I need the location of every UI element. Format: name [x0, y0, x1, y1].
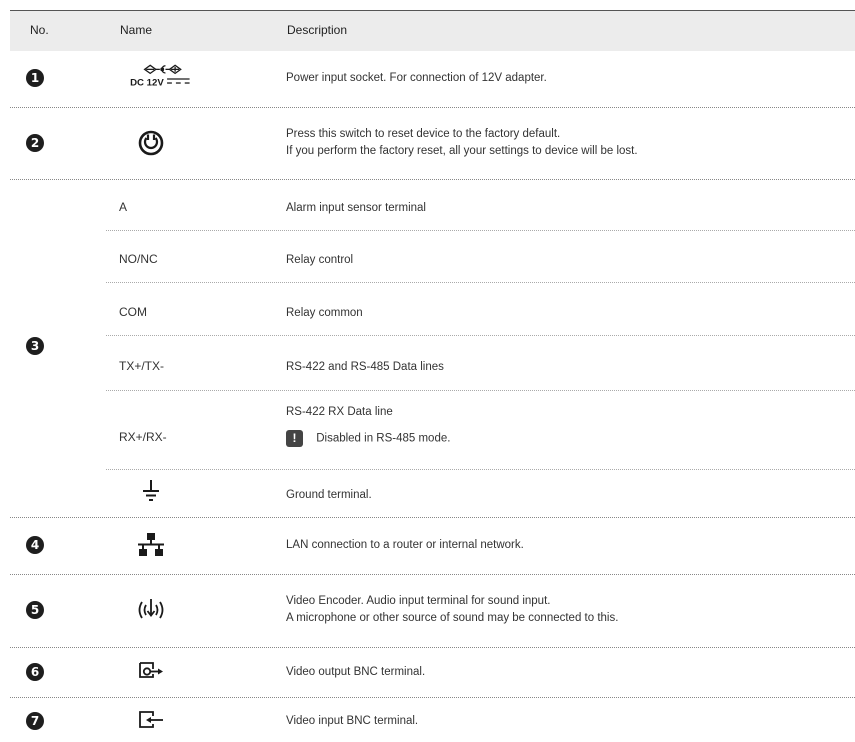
table-row: 7 Video input BNC terminal.	[10, 697, 855, 742]
ground-icon	[106, 479, 196, 503]
description: Alarm input sensor terminal	[286, 202, 426, 214]
table-row: 1 DC 12V Power input socket. For connect…	[10, 50, 855, 107]
header-name: Name	[120, 23, 153, 37]
reset-switch-icon	[106, 129, 196, 157]
row-number: 2	[26, 134, 44, 152]
description: Relay control	[286, 254, 354, 266]
table-row: 2 Press this switch to reset device to t…	[10, 107, 855, 179]
row-number: 1	[26, 69, 44, 87]
table-row: 3 A Alarm input sensor terminal NO/NC Re…	[10, 179, 855, 517]
header-no: No.	[30, 23, 49, 37]
description: Video input BNC terminal.	[286, 715, 419, 727]
description: Video Encoder. Audio input terminal for …	[286, 595, 619, 624]
row-number: 3	[26, 337, 44, 355]
terminal-name: NO/NC	[119, 252, 158, 266]
row-number: 4	[26, 536, 44, 554]
note-text: Disabled in RS-485 mode.	[316, 432, 451, 445]
description: LAN connection to a router or internal n…	[286, 539, 524, 551]
description: Ground terminal.	[286, 489, 372, 501]
description: Press this switch to reset device to the…	[286, 128, 638, 157]
lan-network-icon	[106, 531, 196, 559]
table-row: 6 Video output BNC terminal.	[10, 647, 855, 697]
warning-icon: !	[286, 430, 303, 447]
description: Relay common	[286, 307, 363, 319]
terminal-name: COM	[119, 305, 147, 319]
table-row: 5 Video Encoder. Audio input terminal fo…	[10, 574, 855, 647]
table-row: 4 LAN connection to a router or internal…	[10, 517, 855, 574]
terminal-name: RX+/RX-	[119, 430, 167, 444]
description: RS-422 and RS-485 Data lines	[286, 361, 444, 373]
video-output-icon	[106, 660, 196, 682]
description: RS-422 RX Data line ! Disabled in RS-485…	[286, 406, 451, 447]
row-number: 5	[26, 601, 44, 619]
row-number: 6	[26, 663, 44, 681]
description: Video output BNC terminal.	[286, 666, 426, 678]
terminal-name: TX+/TX-	[119, 359, 165, 373]
header-description: Description	[287, 23, 348, 37]
video-input-icon	[106, 709, 196, 731]
description: Power input socket. For connection of 12…	[286, 72, 547, 84]
row-number: 7	[26, 712, 44, 730]
terminal-name: A	[119, 200, 128, 214]
table-header: No. Name Description	[10, 10, 855, 51]
dc-label: DC 12V	[130, 77, 164, 88]
dc-power-icon: DC 12V	[106, 58, 196, 100]
audio-input-icon	[106, 597, 196, 623]
